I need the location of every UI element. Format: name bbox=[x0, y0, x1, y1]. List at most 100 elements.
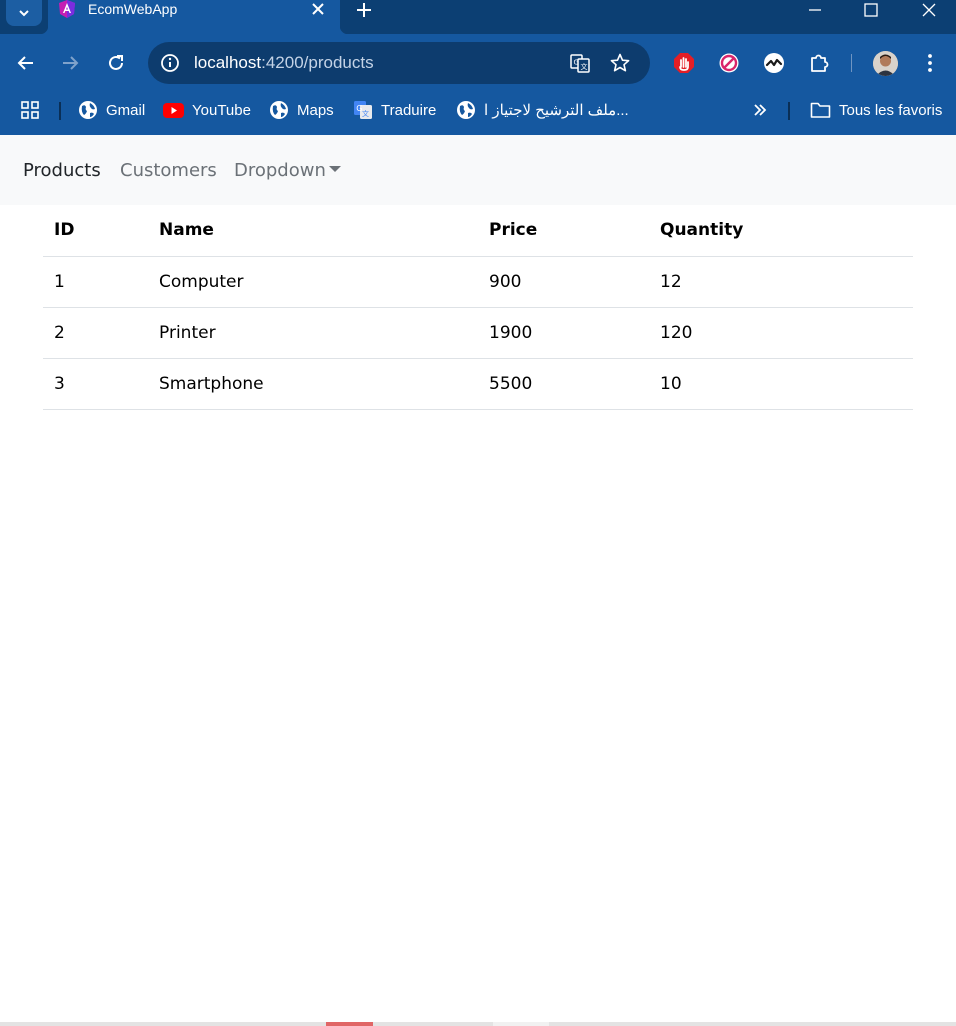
reload-icon bbox=[109, 55, 123, 70]
profile-avatar[interactable] bbox=[873, 51, 898, 76]
bookmark-traduire[interactable]: G 文 Traduire bbox=[353, 92, 436, 128]
nav-link-products[interactable]: Products bbox=[23, 160, 101, 181]
url-host: localhost bbox=[194, 53, 262, 72]
bookmarks-bar: Gmail YouTube Maps G 文 Traduire ملف التر… bbox=[0, 92, 956, 135]
cell-quantity: 10 bbox=[649, 358, 913, 410]
bookmark-label: ملف الترشيح لاجتياز ا... bbox=[484, 102, 629, 119]
youtube-icon bbox=[163, 102, 184, 118]
close-icon bbox=[922, 3, 936, 17]
folder-icon bbox=[810, 102, 831, 118]
tab-search-button[interactable] bbox=[6, 0, 42, 26]
translate-icon[interactable]: G 文 bbox=[569, 52, 591, 74]
products-table: ID Name Price Quantity 1 Computer 900 12… bbox=[43, 205, 913, 410]
table-row: 2 Printer 1900 120 bbox=[43, 307, 913, 359]
bookmark-label: Gmail bbox=[106, 101, 146, 119]
bookmark-arabic[interactable]: ملف الترشيح لاجتياز ا... bbox=[456, 92, 629, 128]
nav-dropdown-toggle[interactable]: Dropdown bbox=[234, 160, 341, 181]
bookmarks-separator bbox=[59, 102, 61, 120]
apps-button[interactable] bbox=[20, 92, 40, 128]
bookmarks-separator bbox=[788, 102, 790, 120]
bookmark-youtube[interactable]: YouTube bbox=[163, 92, 251, 128]
angular-icon bbox=[59, 0, 75, 18]
table-row: 3 Smartphone 5500 10 bbox=[43, 358, 913, 410]
all-bookmarks-folder[interactable]: Tous les favoris bbox=[810, 92, 942, 128]
address-bar[interactable]: localhost:4200/products G 文 bbox=[148, 42, 650, 84]
bookmark-label: Traduire bbox=[381, 101, 437, 119]
cell-quantity: 12 bbox=[649, 256, 913, 308]
forward-button[interactable] bbox=[58, 51, 82, 75]
minimize-button[interactable] bbox=[792, 0, 838, 20]
cell-quantity: 120 bbox=[649, 307, 913, 359]
site-info-icon[interactable] bbox=[159, 52, 181, 74]
taskbar-highlight bbox=[326, 1022, 373, 1026]
arrow-left-icon bbox=[17, 56, 33, 70]
wave-icon bbox=[764, 53, 784, 73]
cell-name: Smartphone bbox=[148, 358, 478, 410]
cell-price: 5500 bbox=[478, 358, 649, 410]
column-header-price: Price bbox=[478, 205, 649, 257]
taskbar-edge bbox=[0, 1022, 956, 1026]
column-header-name: Name bbox=[148, 205, 478, 257]
table-header-row: ID Name Price Quantity bbox=[43, 205, 913, 257]
svg-text:文: 文 bbox=[362, 109, 369, 118]
browser-menu-button[interactable] bbox=[918, 51, 942, 75]
chevron-down-icon bbox=[19, 10, 29, 17]
minimize-icon bbox=[809, 9, 821, 11]
cell-id: 2 bbox=[43, 307, 148, 359]
bookmark-maps[interactable]: Maps bbox=[269, 92, 334, 128]
new-tab-button[interactable] bbox=[352, 0, 376, 20]
back-button[interactable] bbox=[14, 51, 38, 75]
bookmark-label: YouTube bbox=[192, 101, 251, 119]
maximize-button[interactable] bbox=[848, 0, 894, 20]
browser-toolbar: localhost:4200/products G 文 bbox=[0, 34, 956, 92]
extensions-button[interactable] bbox=[807, 51, 831, 75]
globe-icon bbox=[79, 101, 97, 119]
svg-text:G: G bbox=[574, 59, 579, 67]
bookmark-label: Maps bbox=[297, 101, 334, 119]
google-translate-icon: G 文 bbox=[354, 101, 372, 119]
grid-icon bbox=[21, 101, 39, 119]
nav-dropdown-label: Dropdown bbox=[234, 160, 326, 181]
chevron-double-right-icon bbox=[754, 104, 767, 116]
reload-button[interactable] bbox=[104, 51, 128, 75]
puzzle-icon bbox=[811, 54, 829, 72]
window-close-button[interactable] bbox=[906, 0, 952, 20]
caret-down-icon bbox=[328, 166, 341, 172]
cell-id: 1 bbox=[43, 256, 148, 308]
nav-link-customers[interactable]: Customers bbox=[120, 160, 217, 181]
adblock-icon bbox=[674, 53, 694, 73]
taskbar-highlight bbox=[493, 1022, 549, 1026]
cell-price: 900 bbox=[478, 256, 649, 308]
more-vertical-icon bbox=[928, 54, 932, 72]
ext-blocker-button[interactable] bbox=[717, 51, 741, 75]
avatar-icon bbox=[873, 51, 898, 76]
table-row: 1 Computer 900 12 bbox=[43, 256, 913, 308]
tab-title: EcomWebApp bbox=[88, 1, 178, 17]
active-tab[interactable]: EcomWebApp bbox=[40, 0, 348, 34]
arrow-right-icon bbox=[63, 56, 79, 70]
toolbar-separator bbox=[851, 54, 852, 72]
bookmark-gmail[interactable]: Gmail bbox=[78, 92, 145, 128]
column-header-quantity: Quantity bbox=[649, 205, 913, 257]
cell-id: 3 bbox=[43, 358, 148, 410]
globe-icon bbox=[457, 101, 475, 119]
column-header-id: ID bbox=[43, 205, 148, 257]
cell-name: Printer bbox=[148, 307, 478, 359]
ext-adblock-button[interactable] bbox=[672, 51, 696, 75]
plus-icon bbox=[357, 3, 371, 17]
url-path: :4200/products bbox=[261, 53, 374, 72]
block-icon bbox=[719, 53, 739, 73]
url-text[interactable]: localhost:4200/products bbox=[194, 53, 374, 73]
globe-icon bbox=[270, 101, 288, 119]
close-icon[interactable] bbox=[310, 1, 326, 17]
tab-strip: EcomWebApp bbox=[0, 0, 956, 34]
svg-text:文: 文 bbox=[581, 62, 588, 71]
cell-price: 1900 bbox=[478, 307, 649, 359]
cell-name: Computer bbox=[148, 256, 478, 308]
more-bookmarks-button[interactable] bbox=[752, 92, 768, 128]
maximize-icon bbox=[864, 3, 878, 17]
star-icon[interactable] bbox=[609, 52, 631, 74]
all-bookmarks-label: Tous les favoris bbox=[839, 101, 943, 119]
app-navbar: Products Customers Dropdown bbox=[0, 135, 956, 205]
ext-wave-button[interactable] bbox=[762, 51, 786, 75]
